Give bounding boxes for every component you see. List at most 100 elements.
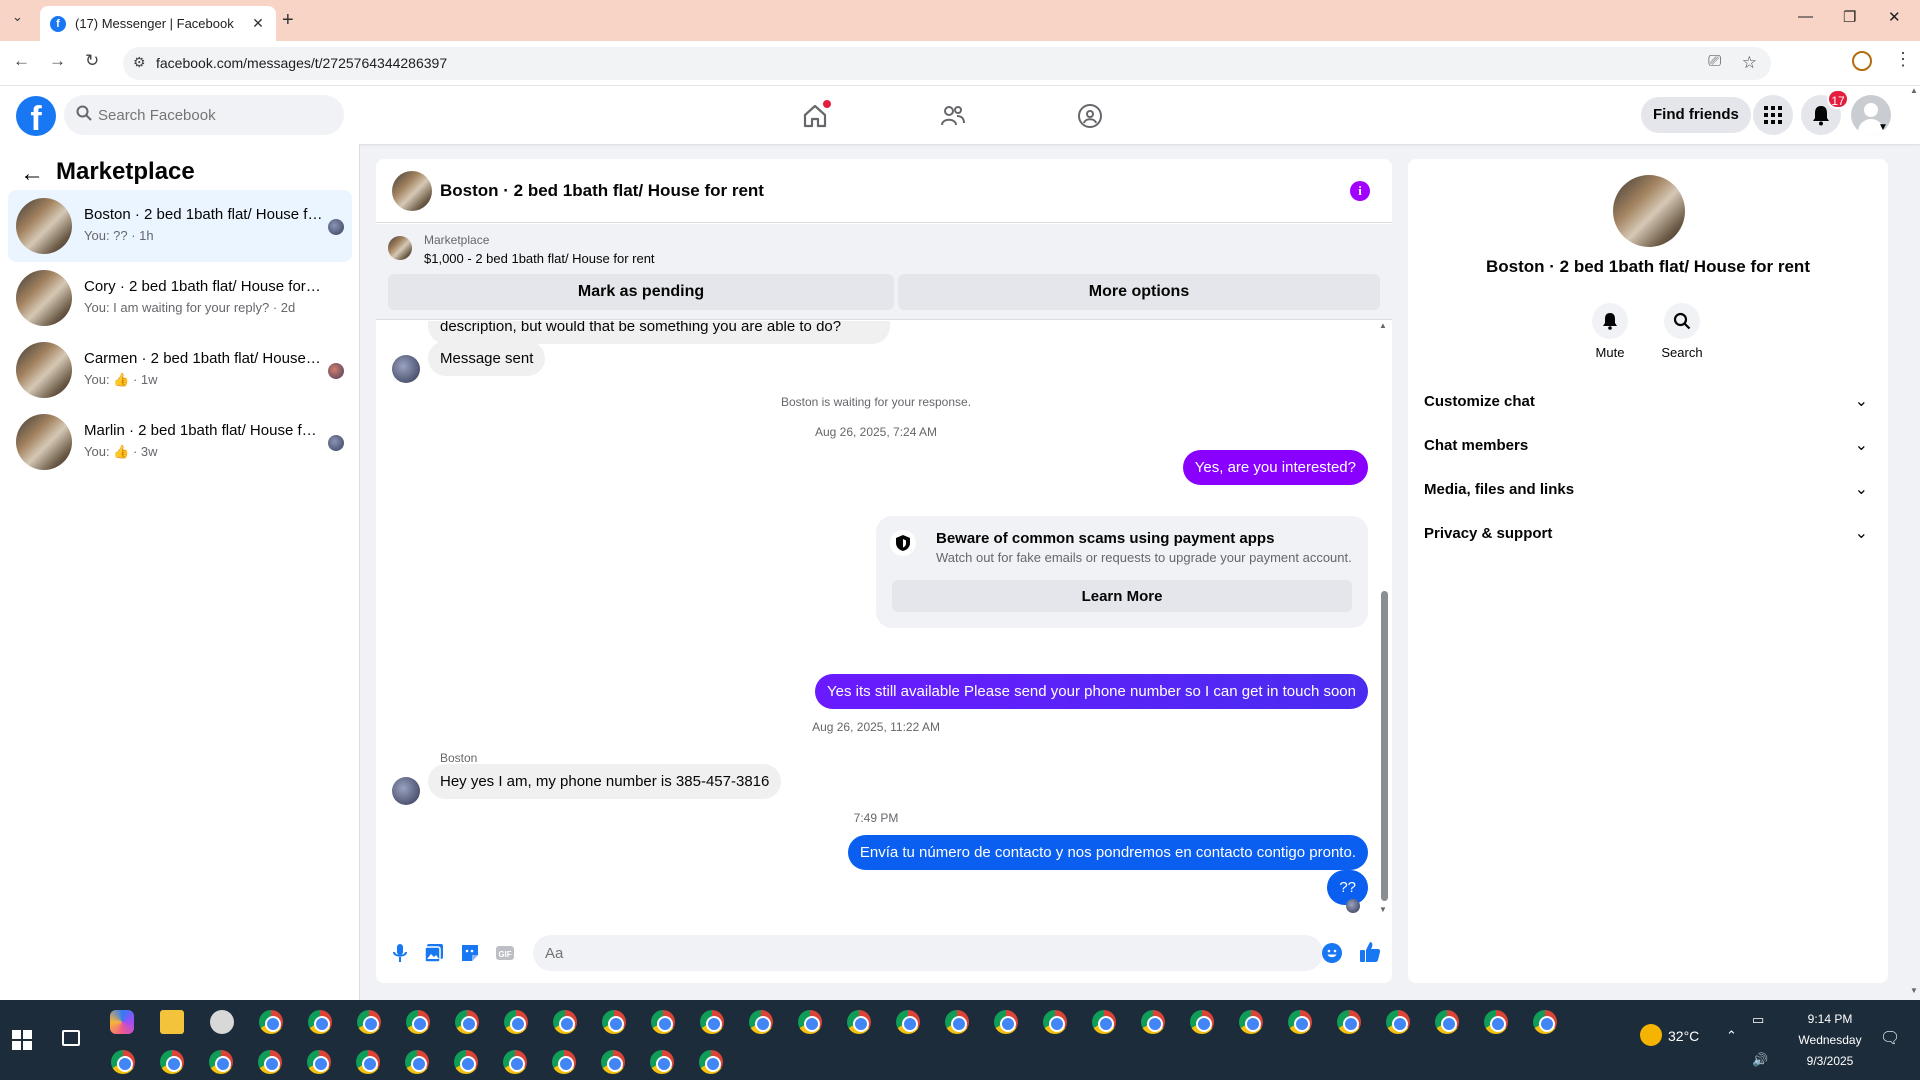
chrome-window-icon[interactable]	[454, 1050, 478, 1074]
install-app-icon[interactable]: ⎚	[1708, 53, 1721, 71]
conversation-item-marlin[interactable]: Marlin · 2 bed 1bath flat/ House for ren…	[8, 406, 352, 478]
clock-date[interactable]: 9/3/2025	[1780, 1054, 1880, 1068]
chrome-window-icon[interactable]	[1533, 1010, 1557, 1034]
facebook-logo[interactable]: f	[16, 96, 56, 138]
emoji-icon[interactable]	[1322, 943, 1342, 963]
chrome-window-icon[interactable]	[1043, 1010, 1067, 1034]
clock-day[interactable]: Wednesday	[1780, 1033, 1880, 1047]
temperature[interactable]: 32°C	[1668, 1028, 1699, 1044]
scroll-down-icon[interactable]: ▼	[1910, 986, 1918, 995]
chrome-window-icon[interactable]	[699, 1050, 723, 1074]
file-explorer-icon[interactable]	[160, 1010, 184, 1034]
message-scrollbar[interactable]: ▲ ▼	[1378, 321, 1388, 917]
omnibox[interactable]: ⚙ facebook.com/messages/t/27257643442863…	[123, 47, 1771, 80]
chrome-window-icon[interactable]	[1239, 1010, 1263, 1034]
restore-icon[interactable]: ❐	[1843, 8, 1856, 26]
chrome-window-icon[interactable]	[160, 1050, 184, 1074]
site-info-icon[interactable]: ⚙	[133, 54, 146, 71]
mute-action[interactable]: Mute	[1580, 303, 1640, 360]
photo-icon[interactable]	[424, 943, 444, 963]
chrome-window-icon[interactable]	[896, 1010, 920, 1034]
listing-price-title[interactable]: $1,000 - 2 bed 1bath flat/ House for ren…	[424, 251, 655, 266]
chrome-window-icon[interactable]	[259, 1010, 283, 1034]
url-text[interactable]: facebook.com/messages/t/2725764344286397	[156, 55, 447, 71]
message-input[interactable]	[533, 935, 1323, 971]
chrome-window-icon[interactable]	[553, 1010, 577, 1034]
tab-search-chevron-icon[interactable]: ⌄	[12, 9, 23, 25]
chrome-window-icon[interactable]	[406, 1010, 430, 1034]
find-friends-button[interactable]: Find friends	[1641, 97, 1751, 133]
close-tab-icon[interactable]: ✕	[250, 15, 266, 32]
conversation-item-boston[interactable]: Boston · 2 bed 1bath flat/ House for ren…	[8, 190, 352, 262]
browser-tab[interactable]: f (17) Messenger | Facebook ✕	[40, 6, 276, 41]
thumbs-up-icon[interactable]	[1359, 941, 1381, 968]
chrome-window-icon[interactable]	[111, 1050, 135, 1074]
conversation-item-carmen[interactable]: Carmen · 2 bed 1bath flat/ House for ren…	[8, 334, 352, 406]
weather-icon[interactable]	[1640, 1024, 1662, 1046]
task-view-icon[interactable]	[62, 1030, 80, 1046]
chrome-window-icon[interactable]	[308, 1010, 332, 1034]
chrome-window-icon[interactable]	[552, 1050, 576, 1074]
facebook-search[interactable]	[64, 95, 344, 135]
chrome-window-icon[interactable]	[504, 1010, 528, 1034]
chrome-window-icon[interactable]	[651, 1010, 675, 1034]
chrome-window-icon[interactable]	[307, 1050, 331, 1074]
chrome-window-icon[interactable]	[1386, 1010, 1410, 1034]
minimize-icon[interactable]: —	[1798, 8, 1813, 25]
chrome-window-icon[interactable]	[798, 1010, 822, 1034]
window-close-icon[interactable]: ✕	[1888, 8, 1901, 26]
privacy-support-item[interactable]: Privacy & support ⌄	[1416, 513, 1880, 557]
browser-menu-icon[interactable]: ⋮	[1894, 49, 1912, 70]
copilot-icon[interactable]	[110, 1010, 134, 1034]
clock-time[interactable]: 9:14 PM	[1780, 1012, 1880, 1026]
reload-icon[interactable]: ↻	[85, 51, 99, 71]
show-hidden-icons-chevron-icon[interactable]: ⌃	[1726, 1028, 1737, 1044]
chrome-window-icon[interactable]	[1435, 1010, 1459, 1034]
menu-grid-icon[interactable]	[1753, 95, 1793, 135]
microphone-icon[interactable]	[390, 943, 410, 963]
chrome-window-icon[interactable]	[650, 1050, 674, 1074]
chrome-window-icon[interactable]	[601, 1050, 625, 1074]
learn-more-button[interactable]: Learn More	[892, 580, 1352, 612]
back-arrow-icon[interactable]: ←	[20, 160, 44, 188]
device-icon[interactable]: ▭	[1752, 1012, 1764, 1028]
chrome-window-icon[interactable]	[209, 1050, 233, 1074]
scrollbar-thumb[interactable]	[1381, 591, 1388, 901]
back-icon[interactable]: ←	[13, 51, 30, 71]
chrome-window-icon[interactable]	[357, 1010, 381, 1034]
chat-title[interactable]: Boston · 2 bed 1bath flat/ House for ren…	[440, 181, 764, 201]
chrome-window-icon[interactable]	[258, 1050, 282, 1074]
chrome-window-icon[interactable]	[1190, 1010, 1214, 1034]
listing-thumbnail[interactable]	[388, 236, 412, 260]
gif-icon[interactable]: GIF	[495, 943, 515, 963]
conversation-avatar[interactable]	[1613, 175, 1685, 247]
scroll-up-icon[interactable]: ▲	[1910, 86, 1918, 95]
chrome-window-icon[interactable]	[1141, 1010, 1165, 1034]
chrome-window-icon[interactable]	[749, 1010, 773, 1034]
chrome-window-icon[interactable]	[847, 1010, 871, 1034]
chrome-window-icon[interactable]	[503, 1050, 527, 1074]
chrome-window-icon[interactable]	[1484, 1010, 1508, 1034]
new-tab-icon[interactable]: +	[282, 9, 294, 32]
chat-members-item[interactable]: Chat members ⌄	[1416, 425, 1880, 469]
profile-icon[interactable]	[1852, 51, 1872, 71]
chrome-window-icon[interactable]	[455, 1010, 479, 1034]
sticker-icon[interactable]	[460, 943, 480, 963]
scroll-up-icon[interactable]: ▲	[1379, 321, 1387, 330]
chrome-window-icon[interactable]	[700, 1010, 724, 1034]
chrome-window-icon[interactable]	[994, 1010, 1018, 1034]
windows-start-icon[interactable]	[12, 1030, 32, 1055]
media-files-links-item[interactable]: Media, files and links ⌄	[1416, 469, 1880, 513]
conversation-item-cory[interactable]: Cory · 2 bed 1bath flat/ House for rent …	[8, 262, 352, 334]
chrome-window-icon[interactable]	[945, 1010, 969, 1034]
bookmark-star-icon[interactable]: ☆	[1742, 53, 1757, 73]
info-icon[interactable]: i	[1350, 181, 1370, 201]
volume-icon[interactable]: 🔊	[1752, 1052, 1768, 1068]
chrome-window-icon[interactable]	[1288, 1010, 1312, 1034]
search-action[interactable]: Search	[1652, 303, 1712, 360]
search-input[interactable]	[98, 95, 338, 135]
customize-chat-item[interactable]: Customize chat ⌄	[1416, 381, 1880, 425]
mark-as-pending-button[interactable]: Mark as pending	[388, 274, 894, 310]
scroll-down-icon[interactable]: ▼	[1379, 905, 1387, 914]
notification-center-icon[interactable]: 🗨	[1880, 1028, 1900, 1048]
